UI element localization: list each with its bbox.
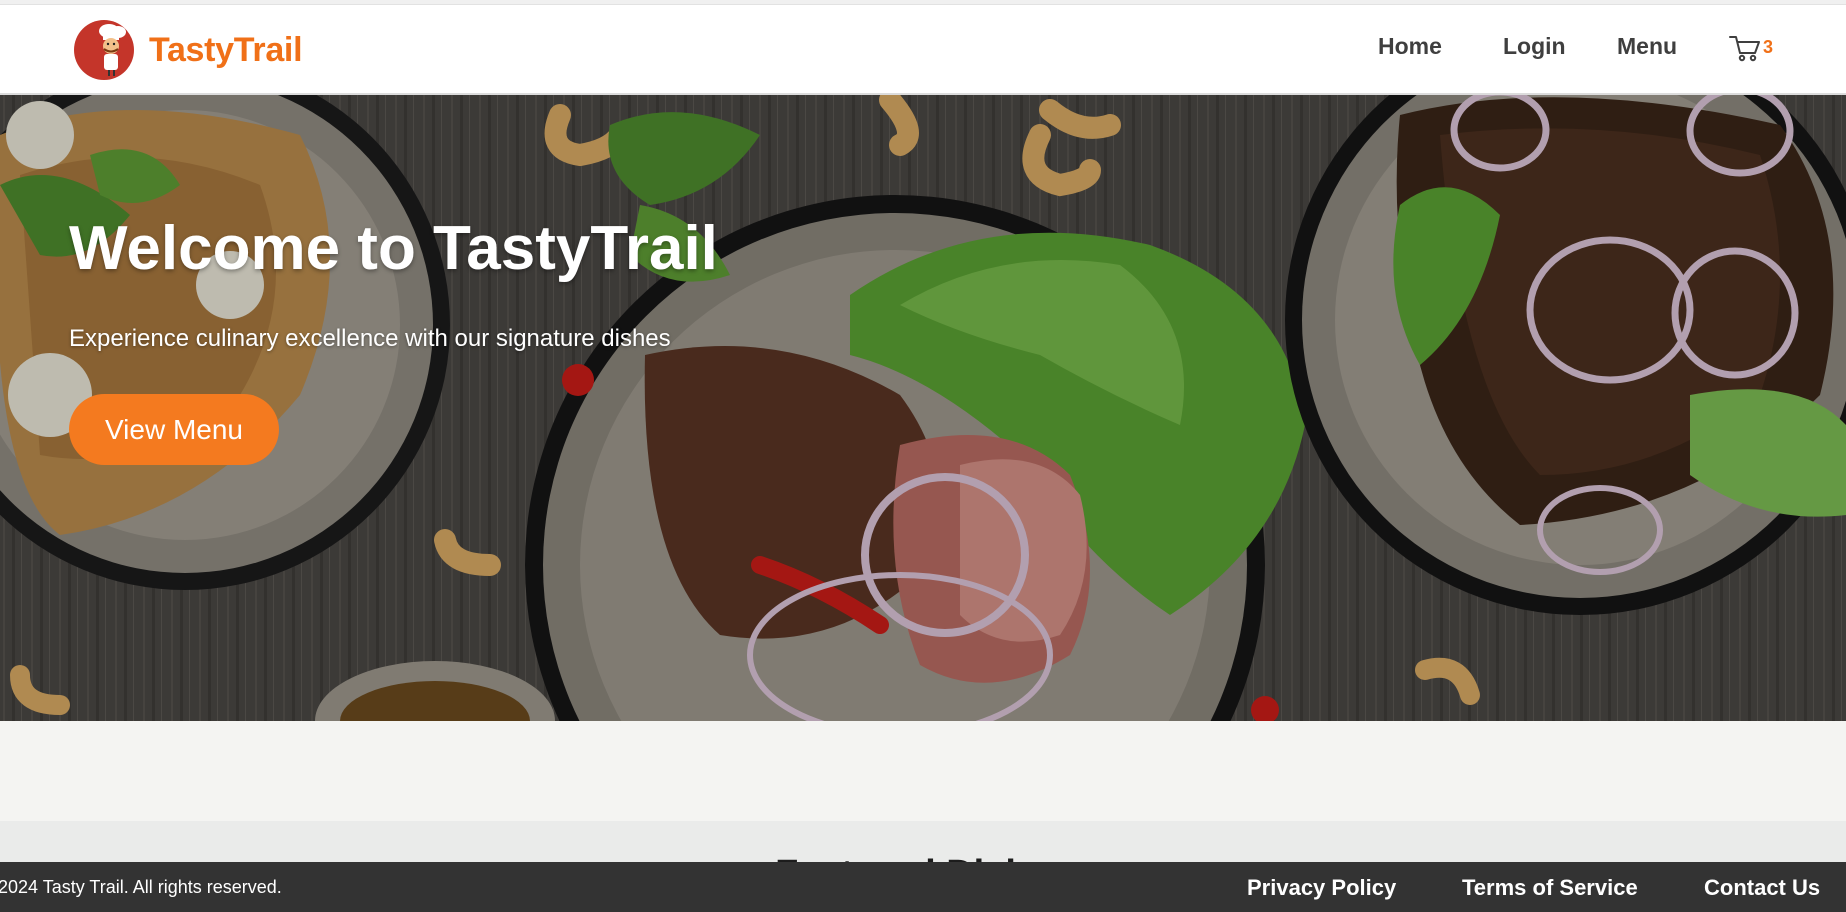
navbar: TastyTrail Home Login Menu 3 xyxy=(0,5,1846,95)
page: TastyTrail Home Login Menu 3 Welcome to … xyxy=(0,0,1846,912)
terms-of-service-link[interactable]: Terms of Service xyxy=(1462,875,1638,901)
view-menu-button[interactable]: View Menu xyxy=(69,394,279,465)
brand-name: TastyTrail xyxy=(149,30,303,69)
cart-count-badge: 3 xyxy=(1763,37,1774,57)
chef-mascot-icon xyxy=(74,20,134,80)
privacy-policy-link[interactable]: Privacy Policy xyxy=(1247,875,1396,901)
hero-subtitle: Experience culinary excellence with our … xyxy=(69,325,671,352)
nav-home-link[interactable]: Home xyxy=(1378,33,1442,60)
brand-link[interactable]: TastyTrail xyxy=(73,19,303,81)
nav-menu-link[interactable]: Menu xyxy=(1617,33,1677,60)
cart-button[interactable]: 3 xyxy=(1728,33,1773,63)
contact-us-link[interactable]: Contact Us xyxy=(1704,875,1820,901)
content-spacer xyxy=(0,721,1846,821)
copyright-text: 2024 Tasty Trail. All rights reserved. xyxy=(0,877,282,897)
hero-title: Welcome to TastyTrail xyxy=(69,214,718,283)
nav-login-link[interactable]: Login xyxy=(1503,33,1566,60)
hero-section: Welcome to TastyTrail Experience culinar… xyxy=(0,95,1846,721)
footer: 2024 Tasty Trail. All rights reserved. P… xyxy=(0,862,1846,912)
shopping-cart-icon xyxy=(1729,36,1760,62)
hero-overlay xyxy=(0,95,1846,721)
